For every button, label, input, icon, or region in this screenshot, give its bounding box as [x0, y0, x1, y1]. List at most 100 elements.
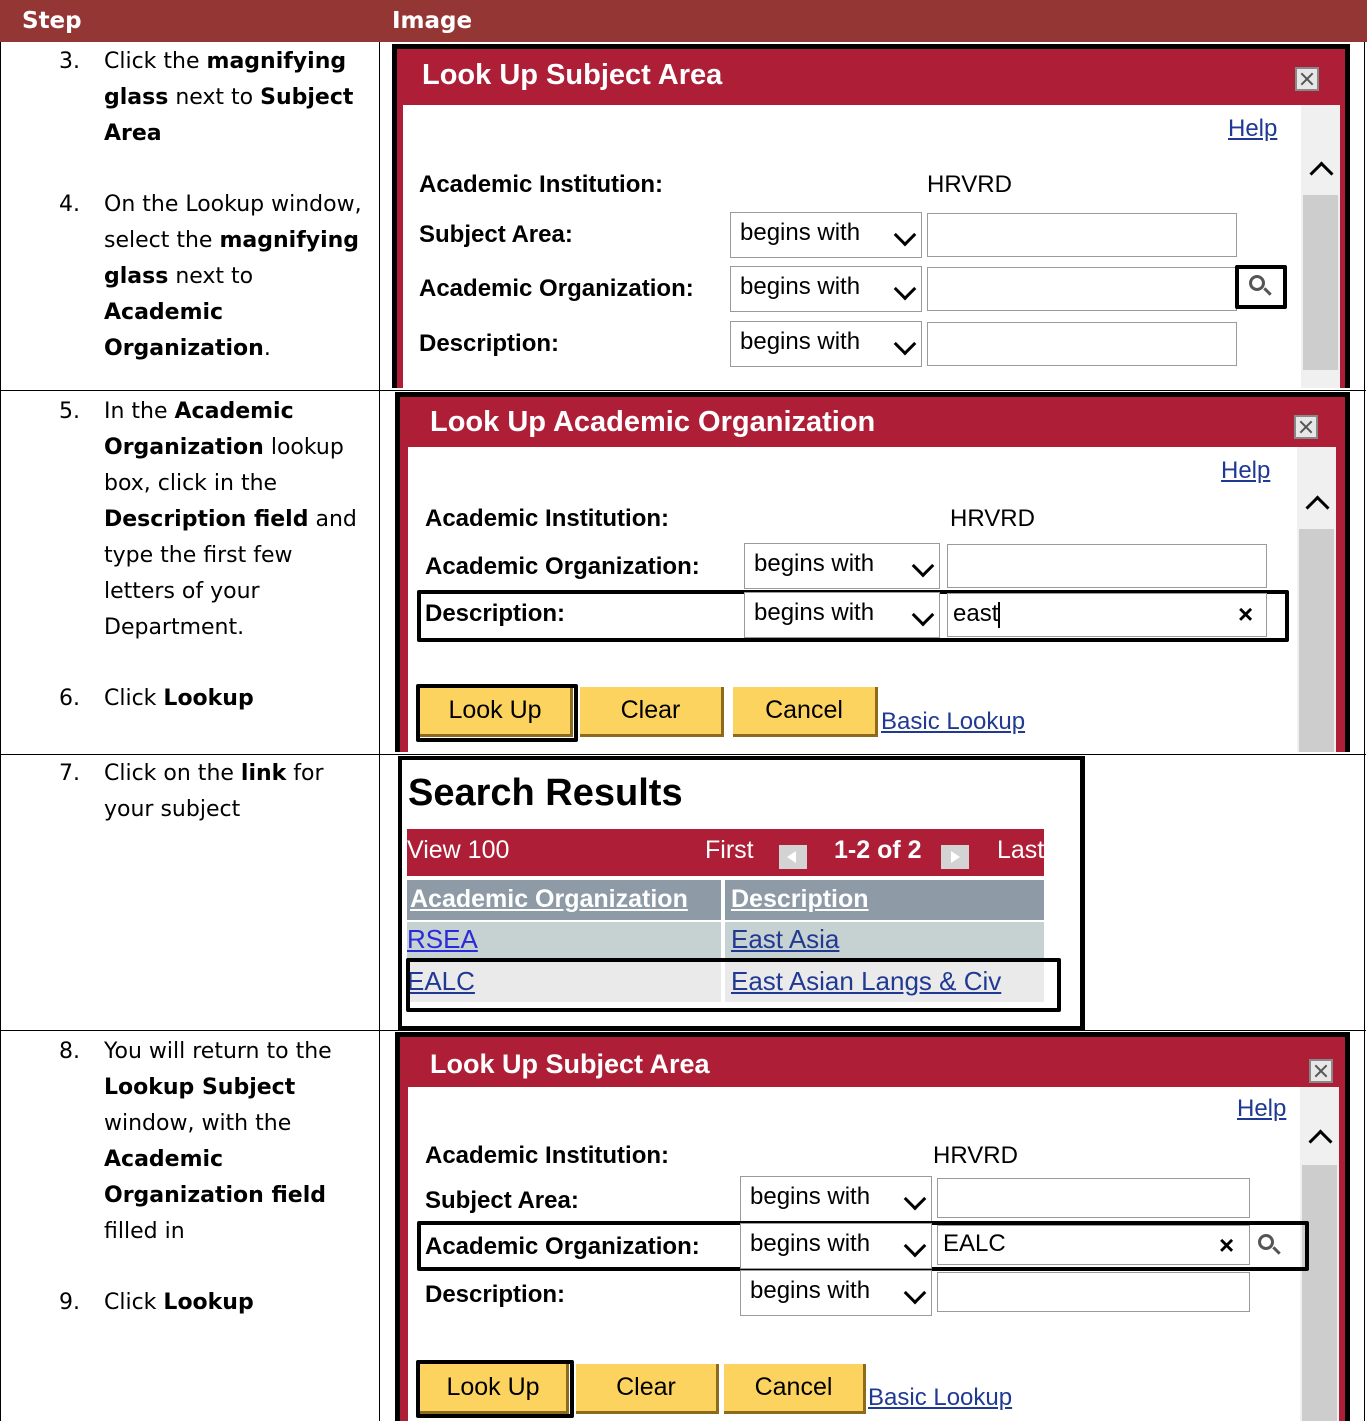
table-border-right: [1364, 42, 1365, 1421]
label-description: Description:: [425, 600, 566, 627]
dialog-title: Look Up Subject Area: [422, 59, 723, 91]
label-academic-organization: Academic Organization:: [425, 553, 700, 580]
description-input[interactable]: [927, 322, 1237, 366]
scrollbar[interactable]: [1301, 105, 1340, 388]
scrollbar[interactable]: [1297, 447, 1336, 752]
col-header-academic-organization[interactable]: Academic Organization: [410, 885, 688, 914]
titlebar-left-edge: [400, 447, 408, 752]
scroll-thumb[interactable]: [1299, 529, 1334, 752]
page-range: 1-2 of 2: [834, 836, 922, 864]
subject-area-input[interactable]: [937, 1178, 1250, 1218]
search-results-border-right: [1081, 756, 1085, 1028]
scroll-thumb[interactable]: [1303, 195, 1338, 370]
steps-column: 3. Click the magnifying glass next to Sub…: [0, 0, 379, 1421]
look-up-callout: [416, 684, 578, 742]
screenshot-search-results: Search Results View 100 First 1-2 of 2 L…: [398, 756, 1084, 1030]
close-icon[interactable]: [1294, 415, 1318, 439]
help-link[interactable]: Help: [1221, 457, 1270, 485]
label-academic-organization: Academic Organization:: [425, 1233, 700, 1260]
dialog-titlebar: Look Up Academic Organization: [400, 397, 1345, 447]
scroll-up-icon[interactable]: [1309, 161, 1334, 186]
step-text: On the Lookup window, select the magnify…: [104, 192, 362, 361]
step-text: You will return to the Lookup Subject wi…: [104, 1039, 332, 1244]
help-link[interactable]: Help: [1237, 1095, 1286, 1123]
academic-organization-input[interactable]: [947, 544, 1267, 588]
search-results-title: Search Results: [408, 772, 683, 814]
screenshot-subject-area-filled: Look Up Subject Area Help Academic Insti…: [395, 1032, 1350, 1421]
dialog-title: Look Up Academic Organization: [430, 406, 876, 438]
label-subject-area: Subject Area:: [425, 1187, 579, 1214]
screenshot-subject-area-lookup: Look Up Subject Area Help Academic Insti…: [392, 44, 1350, 388]
step-text: Click Lookup: [104, 686, 254, 711]
subject-area-operator-select[interactable]: begins with: [730, 212, 922, 258]
academic-organization-input[interactable]: EALC: [937, 1225, 1250, 1265]
description-input[interactable]: east: [947, 593, 1267, 637]
titlebar-right-edge: [1340, 105, 1345, 388]
text-cursor: [998, 601, 1001, 628]
cancel-button[interactable]: Cancel: [724, 1364, 866, 1414]
next-page-icon[interactable]: [941, 845, 969, 869]
close-icon[interactable]: [1309, 1059, 1333, 1083]
ealc-row-callout: [406, 958, 1061, 1012]
label-academic-organization: Academic Organization:: [419, 275, 694, 302]
first-link[interactable]: First: [705, 836, 754, 865]
look-up-callout: [416, 1360, 574, 1418]
search-results-border-bottom: [398, 1026, 1085, 1030]
close-icon[interactable]: [1295, 67, 1319, 91]
titlebar-right-edge: [1336, 447, 1345, 752]
label-description: Description:: [425, 1281, 566, 1308]
description-operator-select[interactable]: begins with: [730, 321, 922, 367]
description-operator-select[interactable]: begins with: [744, 592, 940, 638]
titlebar-left-edge: [397, 105, 403, 388]
grid-header-row: Academic Organization Description: [407, 880, 1044, 920]
screenshot-academic-organization-lookup: Look Up Academic Organization Help Acade…: [395, 392, 1350, 752]
titlebar-right-edge: [1339, 1087, 1345, 1421]
search-icon[interactable]: [1249, 275, 1265, 291]
clear-button[interactable]: Clear: [576, 1364, 719, 1414]
col-divider: [721, 922, 725, 960]
academic-organization-operator-select[interactable]: begins with: [740, 1223, 932, 1269]
label-academic-institution: Academic Institution:: [419, 171, 664, 198]
desc-link-east-asia[interactable]: East Asia: [731, 924, 839, 955]
value-academic-institution: HRVRD: [927, 171, 1012, 198]
label-academic-institution: Academic Institution:: [425, 505, 670, 532]
help-link[interactable]: Help: [1228, 115, 1277, 143]
step-text: Click the magnifying glass next to Subje…: [104, 49, 354, 146]
titlebar-left-edge: [400, 1087, 408, 1421]
basic-lookup-link[interactable]: Basic Lookup: [881, 708, 1025, 736]
last-link[interactable]: Last: [997, 836, 1044, 865]
step-text: Click Lookup: [104, 1290, 254, 1315]
clear-x-icon[interactable]: ×: [1219, 1230, 1234, 1261]
academic-organization-input[interactable]: [927, 267, 1237, 311]
grid-nav-bar: View 100 First 1-2 of 2 Last: [407, 829, 1044, 876]
academic-organization-operator-select[interactable]: begins with: [744, 543, 940, 589]
dialog-titlebar: Look Up Subject Area: [400, 1037, 1345, 1087]
value-academic-institution: HRVRD: [950, 505, 1035, 532]
clear-button[interactable]: Clear: [580, 687, 724, 737]
clear-x-icon[interactable]: ×: [1238, 599, 1253, 630]
search-icon[interactable]: [1258, 1234, 1274, 1250]
basic-lookup-link[interactable]: Basic Lookup: [868, 1384, 1012, 1412]
subject-area-operator-select[interactable]: begins with: [740, 1176, 932, 1222]
col-header-description[interactable]: Description: [731, 885, 869, 914]
prev-page-icon[interactable]: [779, 845, 807, 869]
step-text: In the Academic Organization lookup box,…: [104, 399, 357, 640]
scroll-thumb[interactable]: [1302, 1165, 1337, 1421]
description-input[interactable]: [937, 1272, 1250, 1312]
description-operator-select[interactable]: begins with: [740, 1270, 932, 1316]
label-description: Description:: [419, 330, 560, 357]
dialog-title: Look Up Subject Area: [430, 1049, 710, 1079]
label-subject-area: Subject Area:: [419, 221, 573, 248]
subject-area-input[interactable]: [927, 213, 1237, 257]
dialog-titlebar: Look Up Subject Area: [397, 49, 1345, 105]
cancel-button[interactable]: Cancel: [733, 687, 878, 737]
step-text: Click on the link for your subject: [104, 761, 324, 822]
view-100-link[interactable]: View 100: [407, 836, 509, 865]
table-divider: [379, 42, 380, 1421]
value-academic-institution: HRVRD: [933, 1142, 1018, 1169]
table-row: RSEA East Asia: [407, 922, 1044, 960]
academic-organization-operator-select[interactable]: begins with: [730, 266, 922, 312]
org-link-rsea[interactable]: RSEA: [407, 924, 478, 955]
scroll-up-icon[interactable]: [1305, 495, 1330, 520]
scroll-up-icon[interactable]: [1308, 1129, 1333, 1154]
